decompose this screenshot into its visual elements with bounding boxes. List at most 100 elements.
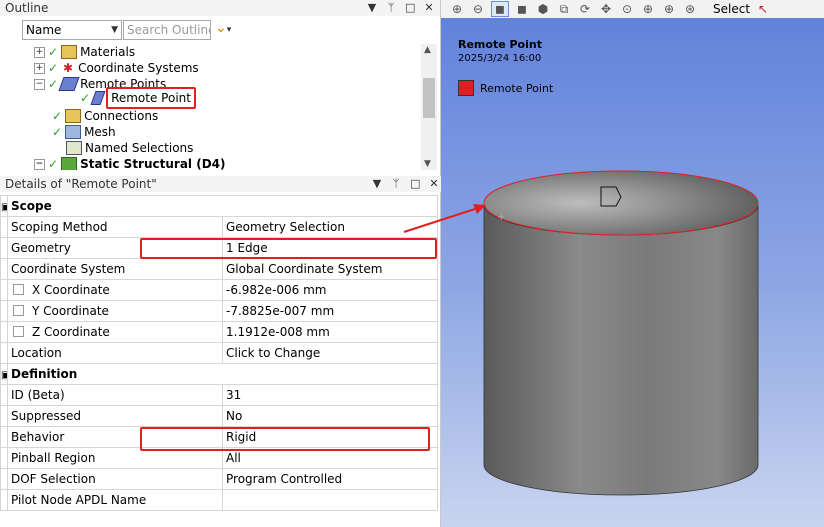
group-row-scope[interactable]: ▣ Scope <box>0 195 438 217</box>
geometry-highlight-box <box>140 238 437 259</box>
connections-icon <box>65 109 82 123</box>
search-outline-input[interactable]: Search Outline <box>123 20 211 40</box>
check-icon: ✓ <box>80 91 91 105</box>
property-label: X Coordinate <box>32 283 110 297</box>
table-row[interactable]: Coordinate System Global Coordinate Syst… <box>0 258 438 280</box>
chevron-down-icon: ▼ <box>111 25 118 35</box>
behavior-highlight-box <box>140 427 430 451</box>
close-icon[interactable]: ✕ <box>424 0 434 16</box>
scroll-down-icon[interactable]: ▼ <box>424 159 431 169</box>
tree-item-label: Coordinate Systems <box>78 61 199 75</box>
property-value[interactable]: Global Coordinate System <box>222 258 438 280</box>
cylinder-body[interactable] <box>483 204 759 496</box>
tree-item-static-structural[interactable]: − ✓ Static Structural (D4) <box>34 156 226 170</box>
table-row[interactable]: Z Coordinate 1.1912e-008 mm <box>0 321 438 343</box>
tree-item-label: Connections <box>84 109 159 123</box>
collapse-icon[interactable]: ▣ <box>0 195 8 217</box>
check-icon: ✓ <box>48 77 59 91</box>
collapse-icon[interactable]: − <box>34 158 45 170</box>
details-title: Details of "Remote Point" <box>5 177 157 191</box>
group-label: Scope <box>7 195 438 217</box>
scroll-up-icon[interactable]: ▲ <box>424 45 431 55</box>
tree-item-materials[interactable]: + ✓ Materials <box>34 44 135 60</box>
dropdown-icon[interactable]: ▼ <box>372 176 382 192</box>
name-filter-select[interactable]: Name ▼ <box>22 20 122 40</box>
scrollbar-thumb[interactable] <box>423 78 435 118</box>
materials-icon <box>61 45 78 59</box>
property-label: Scoping Method <box>7 216 223 238</box>
cylinder-top-edge[interactable] <box>483 170 759 236</box>
property-value[interactable]: Geometry Selection <box>222 216 438 238</box>
property-value[interactable]: Click to Change <box>222 342 438 364</box>
maximize-icon[interactable]: □ <box>405 0 415 16</box>
table-row[interactable]: Pilot Node APDL Name <box>0 489 438 511</box>
tree-item-label-highlighted: Remote Point <box>106 87 196 109</box>
outline-scrollbar[interactable]: ▲ ▼ <box>421 44 437 170</box>
property-value[interactable]: No <box>222 405 438 427</box>
named-selections-icon <box>66 141 82 155</box>
property-value[interactable]: -7.8825e-007 mm <box>222 300 438 322</box>
property-value[interactable]: -6.982e-006 mm <box>222 279 438 301</box>
pin-icon[interactable]: ᛘ <box>391 176 401 192</box>
expand-icon[interactable]: + <box>34 46 45 58</box>
search-options-icon[interactable]: ⌄▾ <box>215 20 231 36</box>
property-label: Location <box>7 342 223 364</box>
tree-item-named-selections[interactable]: Named Selections <box>66 140 193 156</box>
group-row-definition[interactable]: ▣ Definition <box>0 363 438 385</box>
property-value[interactable] <box>222 489 438 511</box>
static-structural-icon <box>61 157 78 170</box>
remote-points-icon <box>58 77 80 91</box>
tree-item-label: Static Structural (D4) <box>80 157 226 170</box>
tree-item-label: Named Selections <box>85 141 194 155</box>
name-filter-value: Name <box>26 23 62 37</box>
outline-toolbar: Name ▼ Search Outline ⌄▾ <box>0 18 440 44</box>
property-label: Z Coordinate <box>32 325 110 339</box>
pin-icon[interactable]: ᛘ <box>386 0 396 16</box>
check-icon: ✓ <box>48 157 59 170</box>
collapse-icon[interactable]: − <box>34 78 45 90</box>
check-icon: ✓ <box>52 109 63 123</box>
coordinate-axes-icon: ✱ <box>63 61 74 75</box>
table-row[interactable]: Suppressed No <box>0 405 438 427</box>
tree-item-connections[interactable]: ✓ Connections <box>52 108 158 124</box>
tree-item-mesh[interactable]: ✓ Mesh <box>52 124 116 140</box>
details-titlebar: Details of "Remote Point" ▼ ᛘ □ ✕ <box>0 176 445 192</box>
close-icon[interactable]: ✕ <box>429 176 439 192</box>
table-row[interactable]: Location Click to Change <box>0 342 438 364</box>
dropdown-icon[interactable]: ▼ <box>367 0 377 16</box>
parameter-checkbox[interactable] <box>13 326 24 337</box>
property-value[interactable]: 1.1912e-008 mm <box>222 321 438 343</box>
tree-item-label: Mesh <box>84 125 116 139</box>
mesh-icon <box>65 125 82 139</box>
parameter-checkbox[interactable] <box>13 284 24 295</box>
table-row[interactable]: Scoping Method Geometry Selection <box>0 216 438 238</box>
outline-title: Outline <box>5 1 49 15</box>
check-icon: ✓ <box>48 45 59 59</box>
expand-icon[interactable]: + <box>34 62 45 74</box>
left-panel: Outline ▼ ᛘ □ ✕ Name ▼ Search Outline ⌄▾… <box>0 0 445 527</box>
property-label: ID (Beta) <box>7 384 223 406</box>
property-label: DOF Selection <box>7 468 223 490</box>
table-row[interactable]: ID (Beta) 31 <box>0 384 438 406</box>
property-label: Suppressed <box>7 405 223 427</box>
property-label: Y Coordinate <box>32 304 109 318</box>
check-icon: ✓ <box>48 61 59 75</box>
parameter-checkbox[interactable] <box>13 305 24 316</box>
model-canvas[interactable]: + <box>441 0 824 527</box>
table-row[interactable]: Y Coordinate -7.8825e-007 mm <box>0 300 438 322</box>
remote-point-icon <box>90 91 106 105</box>
outline-tree: + ✓ Materials + ✓ ✱ Coordinate Systems −… <box>0 44 420 170</box>
tree-item-remote-point[interactable]: ✓ Remote Point <box>80 87 196 109</box>
property-value[interactable]: 31 <box>222 384 438 406</box>
tree-item-coordinate-systems[interactable]: + ✓ ✱ Coordinate Systems <box>34 60 199 76</box>
outline-titlebar: Outline ▼ ᛘ □ ✕ <box>0 0 440 16</box>
property-label: Pilot Node APDL Name <box>7 489 223 511</box>
property-value[interactable]: Program Controlled <box>222 468 438 490</box>
crosshair-icon: + <box>497 212 505 223</box>
collapse-icon[interactable]: ▣ <box>0 363 8 385</box>
graphics-viewport[interactable]: ⊕ ⊖ ◼ ◼ ⬢ ⧉ ⟳ ✥ ⊙ ⊕ ⊕ ⊛ Select ↖ Remote … <box>441 0 824 527</box>
table-row[interactable]: X Coordinate -6.982e-006 mm <box>0 279 438 301</box>
maximize-icon[interactable]: □ <box>410 176 420 192</box>
table-row[interactable]: DOF Selection Program Controlled <box>0 468 438 490</box>
tree-item-label: Materials <box>80 45 136 59</box>
